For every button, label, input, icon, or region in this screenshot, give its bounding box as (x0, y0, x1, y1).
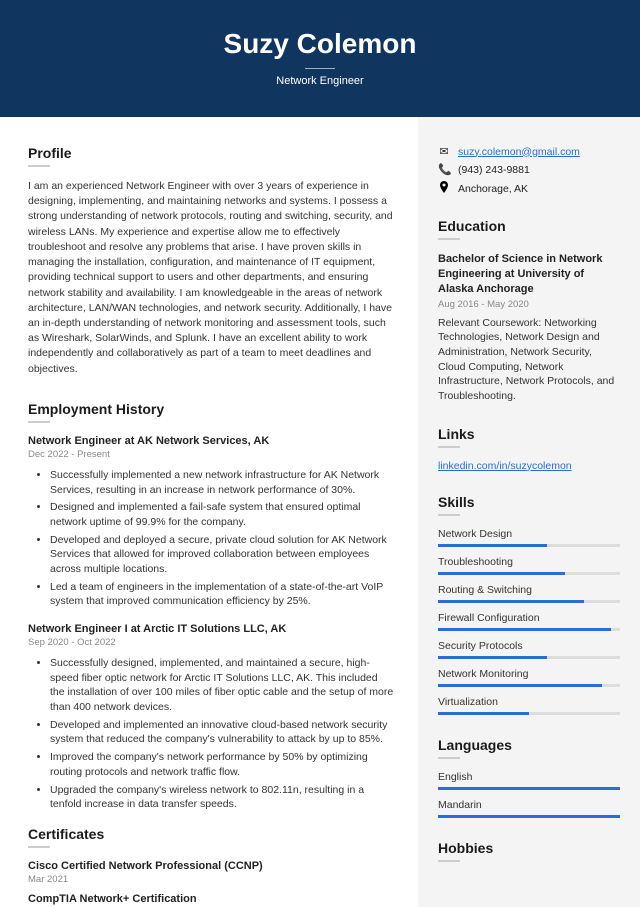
profile-text: I am an experienced Network Engineer wit… (28, 179, 394, 377)
language-name: English (438, 771, 620, 783)
language-name: Mandarin (438, 799, 620, 811)
skill-fill (438, 656, 547, 659)
main-column: Profile I am an experienced Network Engi… (0, 117, 418, 907)
phone-icon: 📞 (438, 163, 450, 176)
job-bullets: Successfully designed, implemented, and … (28, 656, 394, 812)
contact-location-row: Anchorage, AK (438, 181, 620, 196)
skill-name: Virtualization (438, 696, 620, 708)
skill-fill (438, 544, 547, 547)
cert-date: Mar 2021 (28, 874, 394, 885)
section-underline (438, 238, 460, 240)
employment-heading: Employment History (28, 401, 394, 417)
linkedin-link[interactable]: linkedin.com/in/suzycolemon (438, 460, 572, 472)
job-block: Network Engineer at AK Network Services,… (28, 435, 394, 609)
person-name: Suzy Colemon (0, 28, 640, 60)
hobbies-section: Hobbies (438, 840, 620, 862)
bullet: Improved the company's network performan… (50, 750, 394, 779)
links-section: Links linkedin.com/in/suzycolemon (438, 426, 620, 472)
bullet: Upgraded the company's wireless network … (50, 783, 394, 812)
languages-section: Languages English Mandarin (438, 737, 620, 818)
skill-item: Security Protocols (438, 640, 620, 659)
divider (305, 68, 335, 69)
skill-item: Troubleshooting (438, 556, 620, 575)
skill-fill (438, 712, 529, 715)
certificates-heading: Certificates (28, 826, 394, 842)
contact-phone-row: 📞 (943) 243-9881 (438, 163, 620, 176)
education-dates: Aug 2016 - May 2020 (438, 299, 620, 310)
skills-section: Skills Network Design Troubleshooting Rout… (438, 494, 620, 715)
links-heading: Links (438, 426, 620, 442)
skill-fill (438, 628, 611, 631)
skill-name: Network Monitoring (438, 668, 620, 680)
education-heading: Education (438, 218, 620, 234)
skill-item: Network Design (438, 528, 620, 547)
location-icon (438, 181, 450, 196)
skill-bar (438, 572, 620, 575)
layout: Profile I am an experienced Network Engi… (0, 117, 640, 907)
languages-heading: Languages (438, 737, 620, 753)
language-bar (438, 787, 620, 790)
skill-bar (438, 656, 620, 659)
section-underline (438, 446, 460, 448)
language-item: English (438, 771, 620, 790)
skill-fill (438, 572, 565, 575)
bullet: Successfully designed, implemented, and … (50, 656, 394, 715)
section-underline (438, 514, 460, 516)
resume-header: Suzy Colemon Network Engineer (0, 0, 640, 117)
job-dates: Sep 2020 - Oct 2022 (28, 637, 394, 648)
section-underline (28, 421, 50, 423)
skill-bar (438, 712, 620, 715)
section-underline (28, 165, 50, 167)
phone-text: (943) 243-9881 (458, 164, 530, 176)
bullet: Developed and implemented an innovative … (50, 718, 394, 747)
skill-name: Troubleshooting (438, 556, 620, 568)
bullet: Developed and deployed a secure, private… (50, 533, 394, 577)
skill-item: Routing & Switching (438, 584, 620, 603)
skill-item: Virtualization (438, 696, 620, 715)
contact-email-row: ✉ suzy.colemon@gmail.com (438, 145, 620, 158)
email-icon: ✉ (438, 145, 450, 158)
job-dates: Dec 2022 - Present (28, 449, 394, 460)
skill-name: Network Design (438, 528, 620, 540)
education-title: Bachelor of Science in Network Engineeri… (438, 252, 620, 297)
title-wrap: Network Engineer (276, 68, 363, 87)
location-text: Anchorage, AK (458, 183, 528, 195)
section-underline (438, 860, 460, 862)
skill-fill (438, 684, 602, 687)
skill-name: Routing & Switching (438, 584, 620, 596)
skill-item: Network Monitoring (438, 668, 620, 687)
skill-name: Security Protocols (438, 640, 620, 652)
job-title: Network Engineer at AK Network Services,… (28, 435, 394, 447)
education-text: Relevant Coursework: Networking Technolo… (438, 316, 620, 404)
section-underline (28, 846, 50, 848)
skill-bar (438, 544, 620, 547)
skill-fill (438, 600, 584, 603)
skill-bar (438, 600, 620, 603)
bullet: Successfully implemented a new network i… (50, 468, 394, 497)
language-fill (438, 787, 620, 790)
education-section: Education Bachelor of Science in Network… (438, 218, 620, 404)
email-link[interactable]: suzy.colemon@gmail.com (458, 146, 580, 158)
language-bar (438, 815, 620, 818)
job-bullets: Successfully implemented a new network i… (28, 468, 394, 609)
skills-heading: Skills (438, 494, 620, 510)
skill-bar (438, 684, 620, 687)
language-fill (438, 815, 620, 818)
sidebar: ✉ suzy.colemon@gmail.com 📞 (943) 243-988… (418, 117, 640, 907)
language-item: Mandarin (438, 799, 620, 818)
bullet: Led a team of engineers in the implement… (50, 580, 394, 609)
cert-title: Cisco Certified Network Professional (CC… (28, 860, 394, 872)
hobbies-heading: Hobbies (438, 840, 620, 856)
skill-item: Firewall Configuration (438, 612, 620, 631)
section-underline (438, 757, 460, 759)
job-block: Network Engineer I at Arctic IT Solution… (28, 623, 394, 812)
skill-bar (438, 628, 620, 631)
skill-name: Firewall Configuration (438, 612, 620, 624)
profile-heading: Profile (28, 145, 394, 161)
cert-title: CompTIA Network+ Certification (28, 893, 394, 905)
job-title-header: Network Engineer (276, 75, 363, 87)
bullet: Designed and implemented a fail-safe sys… (50, 500, 394, 529)
job-title: Network Engineer I at Arctic IT Solution… (28, 623, 394, 635)
